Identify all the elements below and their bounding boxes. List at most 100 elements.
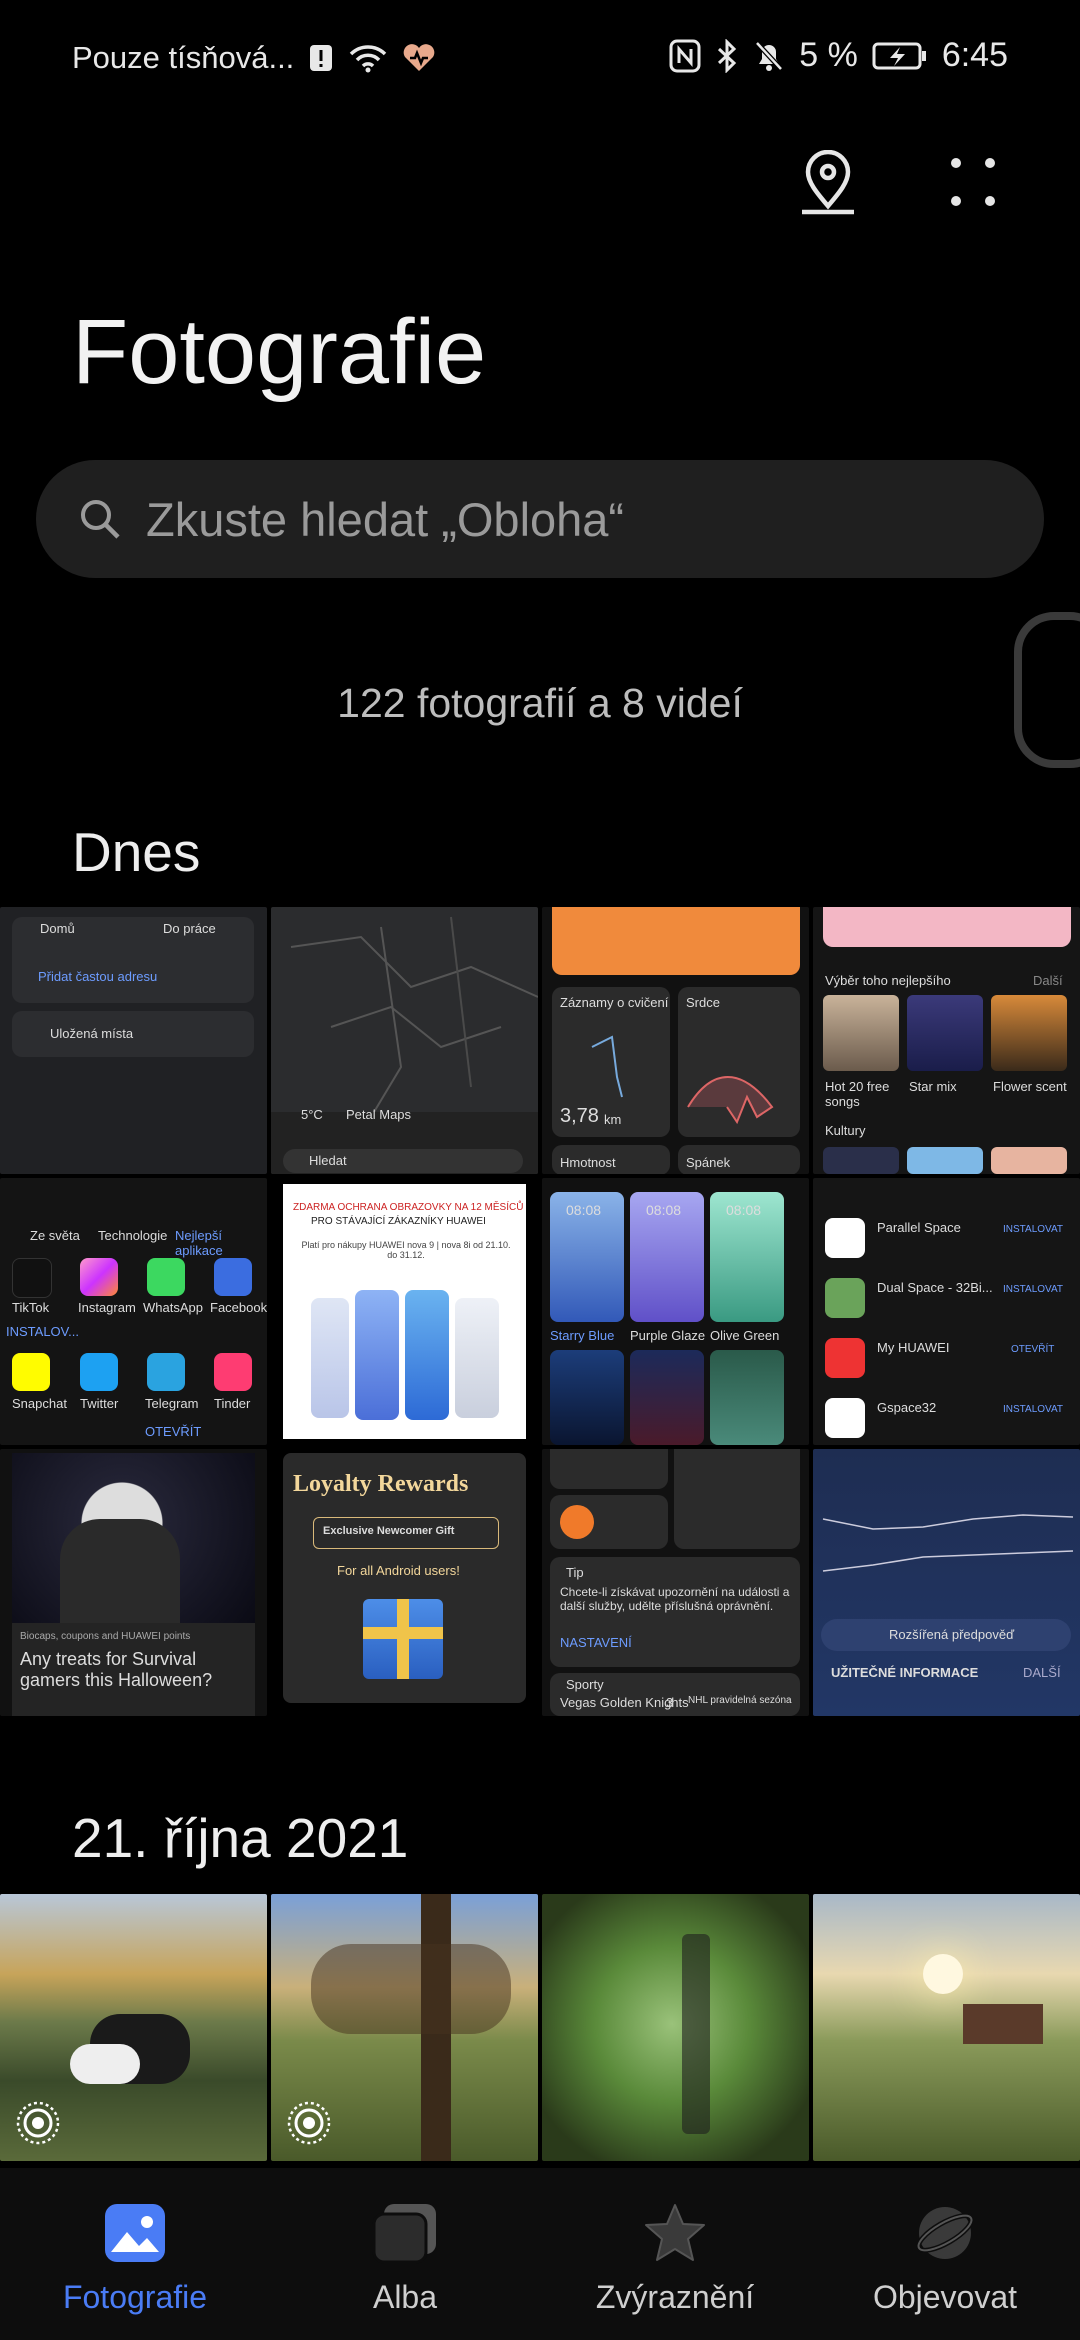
thumbnail[interactable]: Tip Chcete-li získávat upozornění na udá…: [542, 1449, 809, 1716]
thumb-text: Telegram: [145, 1396, 199, 1411]
section-title-date: 21. října 2021: [72, 1807, 409, 1869]
thumb-text: INSTALOVAT: [1003, 1224, 1064, 1235]
thumbnail[interactable]: 5°C Petal Maps Hledat: [271, 907, 538, 1174]
media-count: 122 fotografií a 8 videí: [337, 680, 743, 726]
photo-thumbnail[interactable]: [813, 1894, 1080, 2161]
bottom-nav: Fotografie Alba Zvýraznění Objevovat: [0, 2168, 1080, 2340]
thumb-text: Parallel Space: [877, 1220, 961, 1235]
nav-item-highlights[interactable]: Zvýraznění: [540, 2168, 810, 2340]
thumb-text: Rozšířená předpověď: [889, 1627, 1015, 1642]
thumb-text: Biocaps, coupons and HUAWEI points: [20, 1631, 191, 1642]
thumb-text: ZDARMA OCHRANA OBRAZOVKY NA 12 MĚSÍCŮ: [293, 1202, 524, 1213]
thumbnail[interactable]: Výběr toho nejlepšího Další Hot 20 free …: [813, 907, 1080, 1174]
thumb-text: OTEVŘÍT: [145, 1424, 202, 1439]
nav-item-discover[interactable]: Objevovat: [810, 2168, 1080, 2340]
thumb-text: 3,78: [560, 1105, 599, 1127]
thumb-text: For all Android users!: [337, 1563, 460, 1578]
thumb-text: Any treats for Survival gamers this Hall…: [20, 1649, 213, 1690]
thumb-text: INSTALOVAT: [1003, 1404, 1064, 1415]
nav-item-photos[interactable]: Fotografie: [0, 2168, 270, 2340]
thumb-text: INSTALOV...: [6, 1324, 79, 1339]
thumb-text: Tip: [566, 1565, 584, 1580]
battery-charging-icon: [872, 41, 928, 71]
photos-icon: [103, 2202, 167, 2269]
thumbnail[interactable]: Rozšířená předpověď UŽITEČNÉ INFORMACE D…: [813, 1449, 1080, 1716]
page-title: Fotografie: [72, 301, 487, 403]
search-bar[interactable]: Zkuste hledat „Obloha“: [36, 460, 1044, 578]
alert-icon: [308, 43, 334, 73]
nav-label: Fotografie: [62, 2279, 208, 2315]
thumb-text: 08:08: [566, 1202, 602, 1218]
thumb-text: Twitter: [80, 1396, 119, 1411]
thumb-text: Sporty: [566, 1677, 604, 1692]
thumb-text: Spánek: [686, 1155, 731, 1170]
thumb-text: Snapchat: [12, 1396, 67, 1411]
thumbnail[interactable]: Biocaps, coupons and HUAWEI points Any t…: [0, 1449, 267, 1716]
thumb-text: Chcete-li získávat upozornění na událost…: [560, 1585, 790, 1613]
clock: 6:45: [941, 36, 1008, 74]
photo-thumbnail[interactable]: [271, 1894, 538, 2161]
thumb-text: Platí pro nákupy HUAWEI nova 9 | nova 8i…: [301, 1240, 511, 1260]
thumbnail[interactable]: ZDARMA OCHRANA OBRAZOVKY NA 12 MĚSÍCŮ PR…: [271, 1178, 538, 1445]
thumb-text: Hledat: [309, 1153, 347, 1168]
discover-planet-icon: [912, 2202, 978, 2269]
thumb-text: Hot 20 free songs: [825, 1079, 890, 1109]
thumbnail[interactable]: Loyalty Rewards Exclusive Newcomer Gift …: [271, 1449, 538, 1716]
mute-bell-icon: [753, 39, 785, 73]
thumb-text: Tinder: [214, 1396, 251, 1411]
thumb-text: Starry Blue: [550, 1328, 615, 1343]
thumb-text: TikTok: [12, 1300, 50, 1315]
fast-scroll-handle[interactable]: [1014, 612, 1080, 768]
thumbnail[interactable]: Záznamy o cvičení Srdce 3,78 km Hmotnost…: [542, 907, 809, 1174]
thumb-text: Domů: [40, 921, 75, 936]
battery-percent: 5 %: [799, 36, 858, 74]
map-button[interactable]: [793, 149, 863, 221]
thumb-text: km: [604, 1112, 622, 1127]
thumb-text: Ze světa: [30, 1228, 80, 1243]
bluetooth-icon: [715, 38, 739, 73]
thumb-text: Star mix: [909, 1079, 957, 1094]
thumbnail[interactable]: Ze světa Technologie Nejlepší aplikace T…: [0, 1178, 267, 1445]
thumb-text: Gspace32: [877, 1400, 937, 1415]
more-options-button[interactable]: [938, 150, 1008, 220]
thumb-text: OTEVŘÍT: [1011, 1344, 1055, 1355]
health-heart-icon: [402, 43, 436, 73]
location-pin-icon: [796, 149, 860, 221]
photo-thumbnail[interactable]: [0, 1894, 267, 2161]
thumb-text: Purple Glaze: [630, 1328, 706, 1343]
thumb-text: PRO STÁVAJÍCÍ ZÁKAZNÍKY HUAWEI: [311, 1216, 486, 1227]
live-photo-icon: [285, 2099, 333, 2147]
thumb-text: Facebook: [210, 1300, 267, 1315]
thumb-text: Další: [1033, 973, 1063, 988]
thumbnail[interactable]: Domů Do práce Přidat častou adresu Ulože…: [0, 907, 267, 1174]
thumb-text: NHL pravidelná sezóna: [688, 1695, 792, 1706]
highlights-star-icon: [642, 2202, 708, 2269]
thumb-text: 08:08: [726, 1202, 762, 1218]
carrier-text: Pouze tísňová...: [72, 40, 295, 75]
thumbnail[interactable]: Parallel Space Dual Space - 32Bi... My H…: [813, 1178, 1080, 1445]
thumb-text: 08:08: [646, 1202, 682, 1218]
thumb-text: Do práce: [163, 921, 216, 936]
photo-thumbnail[interactable]: [542, 1894, 809, 2161]
thumb-text: 5°C: [301, 1107, 323, 1122]
thumb-text: DALŠÍ: [1023, 1665, 1061, 1680]
thumb-text: NASTAVENÍ: [560, 1635, 632, 1650]
live-photo-icon: [14, 2099, 62, 2147]
thumb-text: Technologie: [98, 1228, 168, 1243]
thumb-text: Instagram: [78, 1300, 136, 1315]
thumb-text: Hmotnost: [560, 1155, 616, 1170]
thumb-text: Petal Maps: [346, 1107, 412, 1122]
thumb-text: UŽITEČNÉ INFORMACE: [831, 1665, 979, 1680]
thumb-text: Kultury: [825, 1123, 866, 1138]
search-icon: [78, 497, 122, 541]
nav-item-albums[interactable]: Alba: [270, 2168, 540, 2340]
albums-icon: [372, 2202, 438, 2269]
thumbnail[interactable]: 08:08 08:08 08:08 Starry Blue Purple Gla…: [542, 1178, 809, 1445]
status-bar: Pouze tísňová... 5 % 6:45: [0, 0, 1080, 120]
thumb-text: Přidat častou adresu: [38, 969, 158, 984]
thumb-text: My HUAWEI: [877, 1340, 950, 1355]
nfc-icon: [669, 39, 701, 73]
today-grid: Domů Do práce Přidat častou adresu Ulože…: [0, 907, 1080, 1716]
nav-label: Alba: [372, 2279, 438, 2315]
thumb-text: Dual Space - 32Bi...: [877, 1280, 993, 1295]
